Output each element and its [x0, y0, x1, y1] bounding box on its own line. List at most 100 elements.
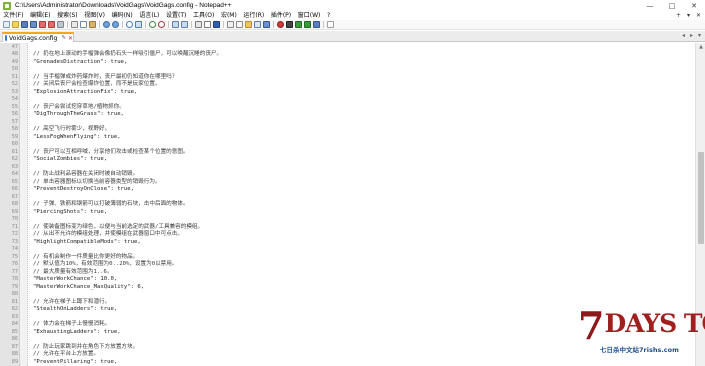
code-line[interactable]: 69 "PiercingShots": true, — [0, 209, 695, 217]
menu-search[interactable]: 搜索(S) — [54, 11, 81, 20]
record-macro-icon[interactable] — [277, 21, 284, 28]
cut-icon[interactable] — [71, 21, 78, 28]
code-line[interactable]: 59 "LessFogWhenFlying": true, — [0, 134, 695, 142]
vertical-scrollbar[interactable]: ▲ — [695, 43, 705, 366]
zoom-out-icon[interactable] — [158, 21, 165, 28]
code-line[interactable]: 52 // 关闭后丧尸会检查爆炸位置，而不是玩家位置。 — [0, 81, 695, 89]
code-line[interactable]: 64 // 防止战利品容器在关闭时被自动销毁。 — [0, 171, 695, 179]
new-tab-control[interactable]: + — [676, 11, 681, 20]
spellcheck-icon[interactable] — [327, 21, 334, 28]
indent-guide-icon[interactable] — [213, 21, 220, 28]
code-line[interactable]: 60 — [0, 141, 695, 149]
code-line[interactable]: 85 "ExhaustingLadders": true, — [0, 329, 695, 337]
code-line[interactable]: 58 // 高空飞行时雾少，视野好。 — [0, 126, 695, 134]
tab-close-icon[interactable]: ✕ — [68, 35, 73, 42]
menu-help[interactable]: ? — [324, 11, 334, 20]
all-chars-icon[interactable] — [204, 21, 211, 28]
code-line[interactable]: 86 — [0, 336, 695, 344]
menu-view[interactable]: 视图(V) — [81, 11, 108, 20]
menu-tools[interactable]: 工具(O) — [190, 11, 218, 20]
code-line[interactable]: 63 — [0, 164, 695, 172]
menu-encoding[interactable]: 编码(N) — [108, 11, 136, 20]
close-all-icon[interactable] — [48, 21, 55, 28]
code-line[interactable]: 53 "ExplosionAttractionFix": true, — [0, 89, 695, 97]
code-line[interactable]: 72 // 从出不允许的模组处理，并使模组在武器窗口中可点击。 — [0, 231, 695, 239]
redo-icon[interactable] — [112, 21, 119, 28]
menu-language[interactable]: 语言(L) — [136, 11, 163, 20]
code-line[interactable]: 65 // 单击容器图标以切换当前容器类型的销毁行为。 — [0, 179, 695, 187]
code-line[interactable]: 74 — [0, 246, 695, 254]
new-file-icon[interactable] — [3, 21, 10, 28]
scrollbar-thumb[interactable] — [698, 152, 704, 244]
save-icon[interactable] — [21, 21, 28, 28]
close-button[interactable]: ✕ — [683, 0, 705, 11]
menu-file[interactable]: 文件(F) — [0, 11, 27, 20]
close-doc-control[interactable]: ✕ — [696, 11, 701, 20]
code-line[interactable]: 66 "PreventDestroyOnClose": true, — [0, 186, 695, 194]
menu-window[interactable]: 窗口(W) — [294, 11, 323, 20]
code-line[interactable]: 70 — [0, 216, 695, 224]
menu-settings[interactable]: 设置(T) — [163, 11, 190, 20]
tab-list-dropdown-icon[interactable]: ▾ — [698, 32, 701, 39]
tab-list-control[interactable]: ▾ — [687, 11, 690, 20]
code-line[interactable]: 82 "StealthOnLadders": true, — [0, 306, 695, 314]
word-wrap-icon[interactable] — [195, 21, 202, 28]
stop-macro-icon[interactable] — [286, 21, 293, 28]
code-line[interactable]: 81 // 允许在梯子上蹲下和潜行。 — [0, 299, 695, 307]
code-line[interactable]: 68 // 子弹、铁箭和钢箭可以打破薄弱的石块，击中后面的物体。 — [0, 201, 695, 209]
find-icon[interactable] — [126, 21, 133, 28]
code-line[interactable]: 50 — [0, 66, 695, 74]
menu-run[interactable]: 运行(R) — [240, 11, 267, 20]
code-line[interactable]: 78 "MasterWorkChance": 10.0, — [0, 276, 695, 284]
code-line[interactable]: 49 "GrenadesDistraction": true, — [0, 59, 695, 67]
paste-icon[interactable] — [89, 21, 96, 28]
menu-plugins[interactable]: 插件(P) — [268, 11, 295, 20]
code-line[interactable]: 80 — [0, 291, 695, 299]
save-macro-icon[interactable] — [313, 21, 320, 28]
editor-pane[interactable]: 47 48// 扔在地上滚动的手榴弹会像扔石头一样吸引僵尸，可以唤醒沉睡的丧尸。 4… — [0, 43, 695, 366]
sync-h-icon[interactable] — [181, 21, 188, 28]
code-line[interactable]: 71 // 使装备图标变为绿色，以便与当前选定的武器/工具兼容的模组。 — [0, 224, 695, 232]
menu-edit[interactable]: 编辑(E) — [27, 11, 54, 20]
undo-icon[interactable] — [103, 21, 110, 28]
code-line[interactable]: 47 — [0, 44, 695, 52]
code-line[interactable]: 56 "DigThroughTheGrass": true, — [0, 111, 695, 119]
tab-voidgags-config[interactable]: VoidGags.config ✎ ✕ — [2, 32, 74, 42]
pin-icon[interactable]: ✎ — [61, 35, 66, 41]
replace-icon[interactable] — [135, 21, 142, 28]
sync-v-icon[interactable] — [172, 21, 179, 28]
doc-map-icon[interactable] — [236, 21, 243, 28]
play-multi-macro-icon[interactable] — [304, 21, 311, 28]
play-macro-icon[interactable] — [295, 21, 302, 28]
code-line[interactable]: 76 // 默认值为10%，有效范围为0..20%，设置为0以禁用。 — [0, 261, 695, 269]
monitoring-icon[interactable] — [263, 21, 270, 28]
code-line[interactable]: 84 // 体力会在梯子上慢慢消耗。 — [0, 321, 695, 329]
zoom-in-icon[interactable] — [149, 21, 156, 28]
code-line[interactable]: 54 — [0, 96, 695, 104]
code-line[interactable]: 89 "PreventPillaring": true, — [0, 359, 695, 366]
save-all-icon[interactable] — [30, 21, 37, 28]
code-line[interactable]: 87 // 防止玩家跳到并在角色下方放置方块。 — [0, 344, 695, 352]
scroll-up-arrow-icon[interactable]: ▲ — [696, 43, 705, 52]
code-line[interactable]: 73 "HighlightCompatibleMods": true, — [0, 239, 695, 247]
open-file-icon[interactable] — [12, 21, 19, 28]
copy-icon[interactable] — [80, 21, 87, 28]
code-line[interactable]: 55 // 丧尸会尝试挖穿草地/植物抓你。 — [0, 104, 695, 112]
print-icon[interactable] — [57, 21, 64, 28]
code-line[interactable]: 61 // 丧尸可以互相呼喊，分享他们攻击或检查某个位置的意图。 — [0, 149, 695, 157]
code-line[interactable]: 48 // 扔在地上滚动的手榴弹会像扔石头一样吸引僵尸，可以唤醒沉睡的丧尸。 — [0, 51, 695, 59]
code-line[interactable]: 77 // 最大质量有效范围为1..6。 — [0, 269, 695, 277]
code-line[interactable]: 83 — [0, 314, 695, 322]
code-line[interactable]: 51 // 当手榴弹或炸药爆炸时，丧尸最初仍知道你在哪里吗？ — [0, 74, 695, 82]
code-line[interactable]: 57 — [0, 119, 695, 127]
code-line[interactable]: 75 // 有机会制作一件质量比你更好的物品。 — [0, 254, 695, 262]
tab-scroll-left-icon[interactable]: ◂ — [682, 32, 685, 39]
code-line[interactable]: 88 // 允许在平台上方放置。 — [0, 351, 695, 359]
code-line[interactable]: 67 — [0, 194, 695, 202]
maximize-button[interactable]: □ — [661, 0, 683, 11]
tab-scroll-right-icon[interactable]: ▸ — [690, 32, 693, 39]
code-line[interactable]: 79 "MasterWorkChance_MaxQuality": 6, — [0, 284, 695, 292]
code-line[interactable]: 62 "SocialZombies": true, — [0, 156, 695, 164]
close-icon[interactable] — [39, 21, 46, 28]
menu-macro[interactable]: 宏(M) — [218, 11, 240, 20]
